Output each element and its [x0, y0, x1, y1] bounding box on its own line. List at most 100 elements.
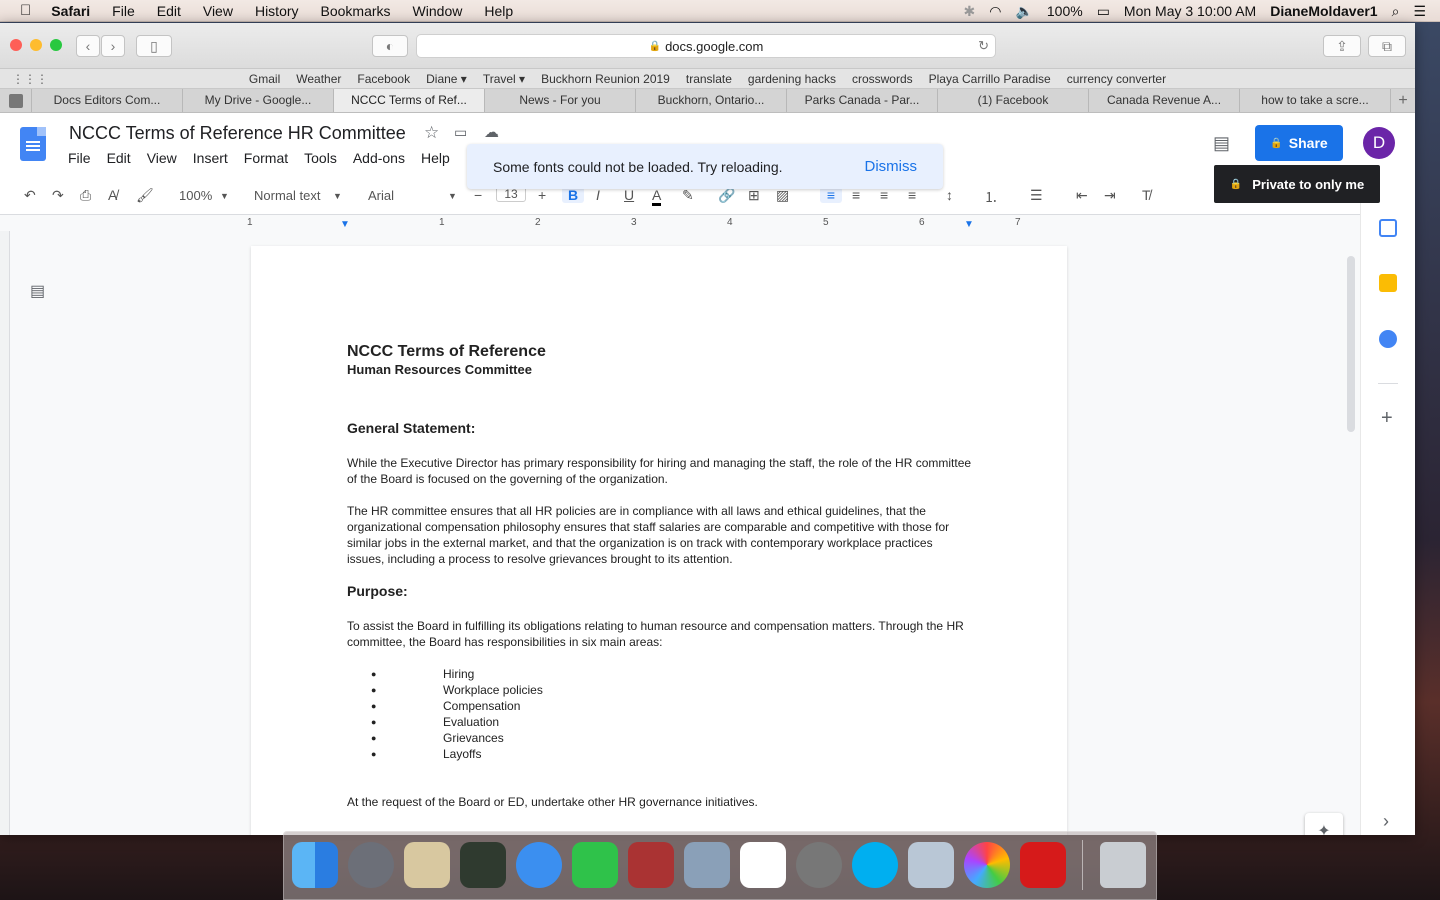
tab-news[interactable]: News - For you	[485, 89, 636, 112]
increase-font-size-button[interactable]: +	[538, 187, 546, 203]
docs-menu-tools[interactable]: Tools	[304, 150, 337, 166]
move-folder-icon[interactable]: ▭	[454, 124, 467, 141]
image-capture-icon[interactable]	[684, 842, 730, 888]
clock[interactable]: Mon May 3 10:00 AM	[1124, 3, 1256, 19]
left-indent-marker[interactable]: ▼	[340, 219, 350, 230]
share-button[interactable]: 🔒 Share	[1255, 125, 1343, 161]
italic-icon[interactable]: I	[596, 187, 600, 203]
launchpad-icon[interactable]	[348, 842, 394, 888]
tasks-icon[interactable]	[1379, 330, 1397, 348]
underline-icon[interactable]: U	[624, 187, 634, 203]
right-indent-marker[interactable]: ▼	[964, 219, 974, 230]
highlight-icon[interactable]: ✎	[682, 187, 694, 204]
skype-icon[interactable]	[852, 842, 898, 888]
bookmark-travel[interactable]: Travel ▾	[483, 72, 525, 86]
zoom-select[interactable]: 100%	[179, 188, 212, 203]
print-icon[interactable]: ⎙	[80, 187, 91, 204]
decrease-indent-icon[interactable]: ⇤	[1076, 187, 1088, 204]
address-bar[interactable]: 🔒 docs.google.com ↻	[416, 34, 996, 58]
docs-menu-file[interactable]: File	[68, 150, 91, 166]
sidebar-toggle-button[interactable]: ▯	[136, 35, 172, 57]
menu-history[interactable]: History	[255, 3, 299, 19]
spellcheck-icon[interactable]: A̸	[108, 187, 117, 203]
bookmarks-grid-icon[interactable]: ⋮⋮⋮	[12, 72, 48, 86]
docs-menu-format[interactable]: Format	[244, 150, 288, 166]
photo-booth-icon[interactable]	[460, 842, 506, 888]
horizontal-ruler[interactable]: 1 1 2 3 4 5 6 7 ▼ ▼	[240, 215, 1360, 231]
add-comment-icon[interactable]: ⊞	[748, 187, 760, 204]
reload-icon[interactable]: ↻	[978, 38, 989, 54]
clear-formatting-icon[interactable]: T̸	[1142, 187, 1151, 203]
bold-icon[interactable]: B	[562, 187, 584, 203]
tab-buckhorn[interactable]: Buckhorn, Ontario...	[636, 89, 787, 112]
cloud-status-icon[interactable]: ☁	[484, 123, 499, 141]
numbered-list-icon[interactable]: ⒈	[984, 187, 998, 207]
docs-menu-help[interactable]: Help	[421, 150, 450, 166]
forward-button[interactable]: ›	[101, 35, 125, 57]
system-preferences-icon[interactable]	[796, 842, 842, 888]
tab-parks-canada[interactable]: Parks Canada - Par...	[787, 89, 938, 112]
tab-my-drive[interactable]: My Drive - Google...	[183, 89, 334, 112]
bookmark-gmail[interactable]: Gmail	[249, 72, 280, 86]
get-addons-icon[interactable]: +	[1381, 407, 1393, 430]
bookmark-buckhorn-reunion[interactable]: Buckhorn Reunion 2019	[541, 72, 670, 86]
tab-canada-revenue[interactable]: Canada Revenue A...	[1089, 89, 1240, 112]
calendar-icon[interactable]	[1379, 219, 1397, 237]
align-right-icon[interactable]: ≡	[880, 187, 888, 203]
bulleted-list-icon[interactable]: ☰	[1030, 187, 1043, 204]
redo-icon[interactable]: ↷	[52, 187, 64, 204]
bluetooth-icon[interactable]: ✱	[963, 3, 975, 20]
keep-icon[interactable]	[1379, 274, 1397, 292]
docs-menu-insert[interactable]: Insert	[193, 150, 228, 166]
dismiss-button[interactable]: Dismiss	[865, 158, 918, 175]
close-window-button[interactable]	[10, 39, 22, 51]
comments-icon[interactable]: ▤	[1213, 133, 1230, 154]
vertical-ruler[interactable]	[0, 231, 10, 835]
menu-help[interactable]: Help	[484, 3, 513, 19]
explore-button[interactable]: ✦	[1305, 813, 1343, 835]
photos-icon[interactable]	[964, 842, 1010, 888]
docs-logo-icon[interactable]	[20, 127, 46, 161]
share-sheet-button[interactable]: ⇪	[1323, 35, 1361, 57]
mail-icon[interactable]	[908, 842, 954, 888]
bookmark-translate[interactable]: translate	[686, 72, 732, 86]
menu-view[interactable]: View	[203, 3, 233, 19]
facetime-icon[interactable]	[572, 842, 618, 888]
decrease-font-size-button[interactable]: −	[474, 187, 482, 203]
insert-image-icon[interactable]: ▨	[776, 187, 789, 204]
document-page[interactable]: NCCC Terms of Reference Human Resources …	[251, 246, 1067, 835]
justify-icon[interactable]: ≡	[908, 187, 916, 203]
bookmark-crosswords[interactable]: crosswords	[852, 72, 913, 86]
menu-edit[interactable]: Edit	[157, 3, 181, 19]
insert-link-icon[interactable]: 🔗	[718, 187, 735, 204]
hide-panel-chevron-icon[interactable]: ›	[1383, 811, 1389, 832]
bookmark-facebook[interactable]: Facebook	[357, 72, 410, 86]
safari-icon[interactable]	[516, 842, 562, 888]
line-spacing-icon[interactable]: ↕	[946, 187, 953, 203]
star-icon[interactable]: ☆	[424, 123, 439, 143]
notification-center-icon[interactable]: ☰	[1413, 3, 1426, 20]
docs-menu-addons[interactable]: Add-ons	[353, 150, 405, 166]
bookmark-gardening[interactable]: gardening hacks	[748, 72, 836, 86]
spotlight-icon[interactable]: ⌕	[1392, 3, 1400, 20]
menu-bookmarks[interactable]: Bookmarks	[321, 3, 391, 19]
user-name[interactable]: DianeMoldaver1	[1270, 3, 1377, 19]
menu-window[interactable]: Window	[413, 3, 463, 19]
bookmark-diane[interactable]: Diane ▾	[426, 72, 467, 86]
pinned-tab-facebook[interactable]	[0, 89, 32, 112]
new-tab-button[interactable]: +	[1391, 89, 1415, 112]
undo-icon[interactable]: ↶	[24, 187, 36, 204]
menu-file[interactable]: File	[112, 3, 135, 19]
preview-icon[interactable]	[404, 842, 450, 888]
document-outline-icon[interactable]: ▤	[30, 281, 45, 301]
paint-format-icon[interactable]: 🖌	[136, 187, 154, 204]
align-left-icon[interactable]: ≡	[820, 187, 842, 203]
tab-overview-button[interactable]: ⧉	[1368, 35, 1406, 57]
menu-app-name[interactable]: Safari	[51, 3, 90, 19]
acrobat-icon[interactable]	[1020, 842, 1066, 888]
wifi-icon[interactable]: ◠	[989, 3, 1001, 20]
tab-screenshot-howto[interactable]: how to take a scre...	[1240, 89, 1391, 112]
calendar-app-icon[interactable]	[740, 842, 786, 888]
back-button[interactable]: ‹	[76, 35, 100, 57]
volume-icon[interactable]: 🔈	[1015, 3, 1032, 20]
